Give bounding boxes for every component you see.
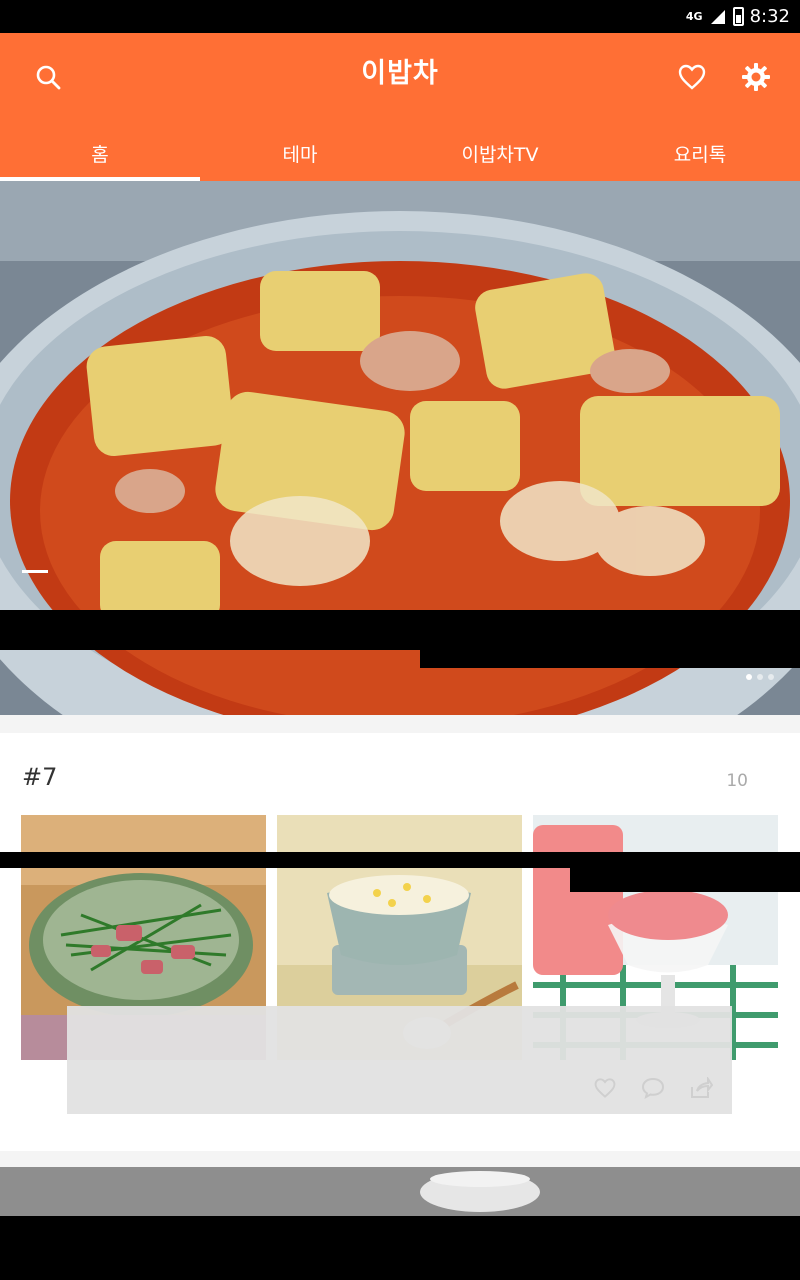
battery-icon	[732, 7, 744, 26]
app-bar: 이밥차 홈 테마 이밥차TV 요리톡	[0, 33, 800, 181]
card-actions	[592, 1075, 714, 1101]
page-dot	[768, 674, 774, 680]
page-dot	[746, 674, 752, 680]
card-count: 10	[726, 771, 748, 791]
redaction-bar	[570, 868, 800, 892]
comment-icon[interactable]	[640, 1075, 666, 1101]
slide-indicator	[22, 570, 48, 573]
hero-banner[interactable]	[0, 181, 800, 715]
status-bar: 4G 8:32	[0, 0, 800, 33]
card-number: #7	[22, 763, 58, 791]
page-dots	[746, 674, 774, 680]
gear-icon[interactable]	[736, 57, 776, 97]
signal-icon	[709, 8, 727, 26]
tab-theme[interactable]: 테마	[200, 125, 400, 181]
page-dot	[757, 674, 763, 680]
redaction-bar	[0, 610, 800, 650]
clock: 8:32	[749, 6, 790, 27]
redaction-bar	[420, 650, 800, 668]
redaction-bar	[0, 852, 800, 868]
system-nav-bar	[0, 1216, 800, 1280]
tab-bar: 홈 테마 이밥차TV 요리톡	[0, 125, 800, 181]
tab-home[interactable]: 홈	[0, 125, 200, 181]
next-card-preview[interactable]	[0, 1167, 800, 1216]
tab-talk[interactable]: 요리톡	[600, 125, 800, 181]
tab-tv[interactable]: 이밥차TV	[400, 125, 600, 181]
share-icon[interactable]	[688, 1075, 714, 1101]
recipe-card[interactable]: #7 10	[0, 733, 800, 1151]
network-type: 4G	[685, 10, 703, 23]
like-icon[interactable]	[592, 1075, 618, 1101]
heart-icon[interactable]	[672, 57, 712, 97]
